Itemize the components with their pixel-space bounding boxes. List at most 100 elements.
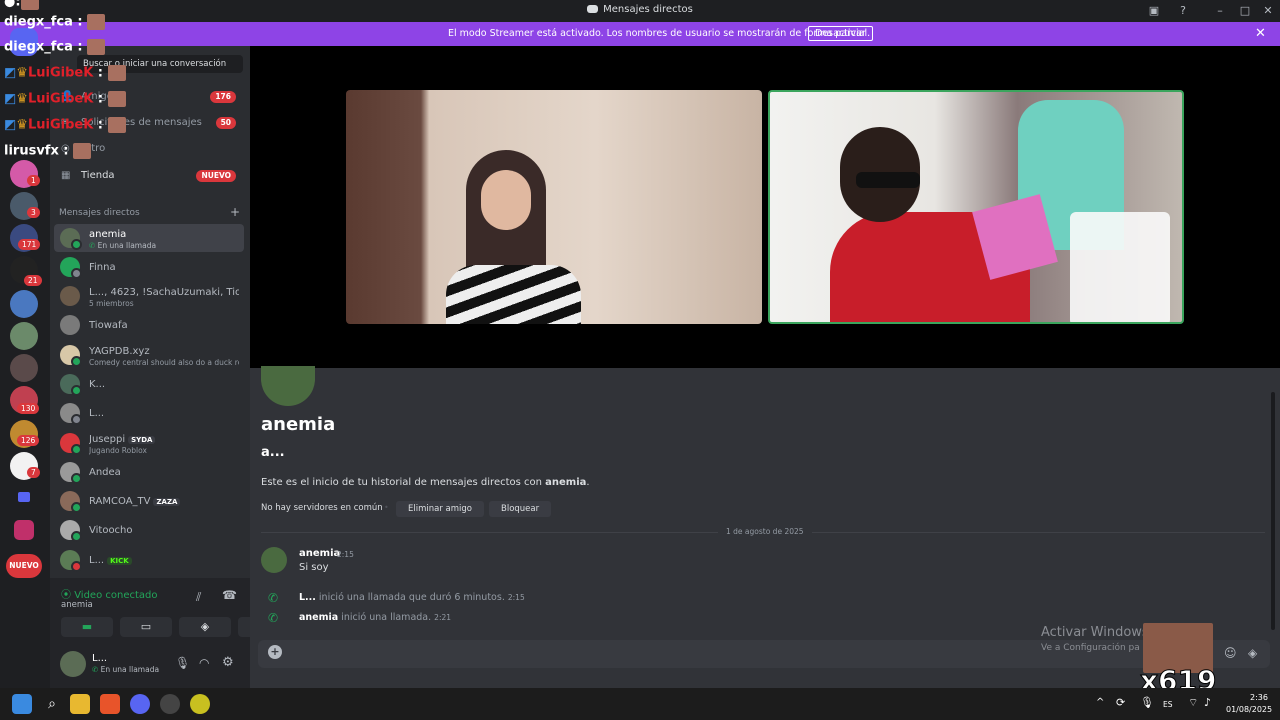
user-name: L... <box>92 653 108 664</box>
volume-icon[interactable]: ♪ <box>1204 696 1211 709</box>
screen-share-button[interactable]: ▭ <box>120 617 172 637</box>
file-explorer-icon[interactable] <box>70 694 90 714</box>
crown-icon: ♛ <box>16 91 28 107</box>
clan-tag: SYDA <box>128 436 156 444</box>
server-icon[interactable] <box>14 520 34 540</box>
shop-icon: ▦ <box>61 170 71 181</box>
add-attachment-icon[interactable]: + <box>268 645 282 659</box>
no-servers-label: No hay servidores en común <box>261 503 383 513</box>
server-icon[interactable] <box>10 290 38 318</box>
avatar <box>60 345 82 367</box>
chevron-up-icon[interactable]: ^ <box>1096 697 1104 708</box>
obs-icon[interactable] <box>160 694 180 714</box>
search-icon[interactable]: ⌕ <box>42 694 62 714</box>
separator-dot: • <box>384 503 389 512</box>
user-avatar[interactable] <box>60 651 86 677</box>
overlay-chat-line: ◩♛LuiGibeK : <box>4 117 126 133</box>
dm-item[interactable]: L... <box>54 399 244 427</box>
dm-item[interactable]: RAMCOA_TV ZAZA <box>54 487 244 515</box>
inbox-icon[interactable]: ▣ <box>1146 3 1162 19</box>
folder-icon[interactable] <box>18 492 30 502</box>
status-indicator <box>71 502 82 513</box>
maximize-button[interactable]: □ <box>1237 3 1253 19</box>
sync-icon[interactable]: ⟳ <box>1116 696 1125 709</box>
dm-name: Juseppi SYDA <box>89 434 239 445</box>
start-icon[interactable] <box>12 694 32 714</box>
profile-name: anemia <box>261 414 336 435</box>
dm-item[interactable]: L... KICK <box>54 546 244 574</box>
close-button[interactable]: ✕ <box>1260 3 1276 19</box>
clan-tag: ZAZA <box>153 498 181 506</box>
message-author[interactable]: anemia <box>299 548 340 559</box>
scrollbar[interactable] <box>1271 392 1275 630</box>
dm-item[interactable]: YAGPDB.xyz Comedy central should also do… <box>54 341 244 369</box>
phone-icon: ✆ <box>89 241 98 250</box>
dm-name: L... KICK <box>89 555 239 566</box>
badge-icon: ◩ <box>4 117 17 133</box>
video-tile-speaking[interactable] <box>768 90 1184 324</box>
app-icon[interactable] <box>190 694 210 714</box>
white-chair <box>1070 212 1170 322</box>
voice-channel[interactable]: anemia <box>61 600 93 610</box>
badge-icon: ◩ <box>4 65 17 81</box>
dm-item[interactable]: L..., 4623, !SachaUzumaki, Tio... 5 miem… <box>54 282 244 310</box>
camera-button[interactable]: ▬ <box>61 617 113 637</box>
banner-message: El modo Streamer está activado. Los nomb… <box>448 28 871 39</box>
settings-icon[interactable]: ⚙ <box>222 655 234 670</box>
disconnect-icon[interactable]: ☎ <box>222 588 237 602</box>
help-icon[interactable]: ? <box>1175 3 1191 19</box>
mic-icon[interactable]: 🎙 <box>1140 696 1154 709</box>
nav-shop[interactable]: ▦ Tienda NUEVO <box>59 165 244 189</box>
gamepad-icon[interactable]: ◈ <box>1248 646 1257 660</box>
wifi-icon[interactable]: ⌔ <box>1188 696 1198 710</box>
status-indicator <box>71 473 82 484</box>
dm-item[interactable]: Vitoocho <box>54 516 244 544</box>
status-indicator <box>71 414 82 425</box>
add-dm-icon[interactable]: + <box>230 205 240 219</box>
discord-icon[interactable] <box>130 694 150 714</box>
dm-item[interactable]: Andea <box>54 458 244 486</box>
profile-username: a... <box>261 445 285 460</box>
avatar <box>60 550 82 572</box>
brave-browser-icon[interactable] <box>100 694 120 714</box>
server-icon[interactable] <box>10 322 38 350</box>
participant-shirt <box>446 265 581 324</box>
noise-suppression-icon[interactable]: ⫽ <box>196 590 201 605</box>
dm-item[interactable]: anemia ✆ En una llamada <box>54 224 244 252</box>
message-avatar[interactable] <box>261 547 287 573</box>
dm-item[interactable]: Tiowafa <box>54 311 244 339</box>
video-tile[interactable] <box>346 90 762 324</box>
clock-date[interactable]: 01/08/2025 <box>1226 705 1272 714</box>
activities-button[interactable]: ◈ <box>179 617 231 637</box>
clock-time[interactable]: 2:36 <box>1250 693 1268 702</box>
language-indicator[interactable]: ES <box>1163 700 1173 709</box>
minimize-button[interactable]: – <box>1212 3 1228 19</box>
phone-icon: ✆ <box>268 591 279 605</box>
discord-icon <box>587 5 599 13</box>
server-badge: 21 <box>24 275 42 286</box>
window-title: Mensajes directos <box>0 4 1280 15</box>
new-server-badge[interactable]: NUEVO <box>6 554 42 578</box>
dm-name: RAMCOA_TV ZAZA <box>89 496 239 507</box>
dm-header: Mensajes directos <box>59 208 140 218</box>
emoji-icon[interactable]: ☺ <box>1224 646 1237 660</box>
dm-item[interactable]: Juseppi SYDA Jugando Roblox <box>54 429 244 457</box>
emote-icon <box>107 65 126 81</box>
server-badge: 130 <box>17 403 40 414</box>
deactivate-button[interactable]: Desactivar <box>808 26 873 41</box>
phone-icon: ✆ <box>92 665 101 674</box>
banner-close-icon[interactable]: ✕ <box>1255 26 1266 41</box>
server-icon[interactable] <box>10 354 38 382</box>
dm-item[interactable]: K... <box>54 370 244 398</box>
block-button[interactable]: Bloquear <box>489 501 552 517</box>
overlay-chat-line: ◩♛LuiGibeK : <box>4 91 126 107</box>
headphones-icon[interactable]: ◠ <box>199 656 209 670</box>
avatar <box>60 491 82 513</box>
avatar <box>60 403 82 425</box>
server-badge: 126 <box>17 435 40 446</box>
remove-friend-button[interactable]: Eliminar amigo <box>396 501 484 517</box>
dm-intro: Este es el inicio de tu historial de men… <box>261 477 590 488</box>
avatar <box>60 228 82 250</box>
dm-item[interactable]: Finna <box>54 253 244 281</box>
microphone-icon[interactable]: 🎙 <box>175 656 190 670</box>
